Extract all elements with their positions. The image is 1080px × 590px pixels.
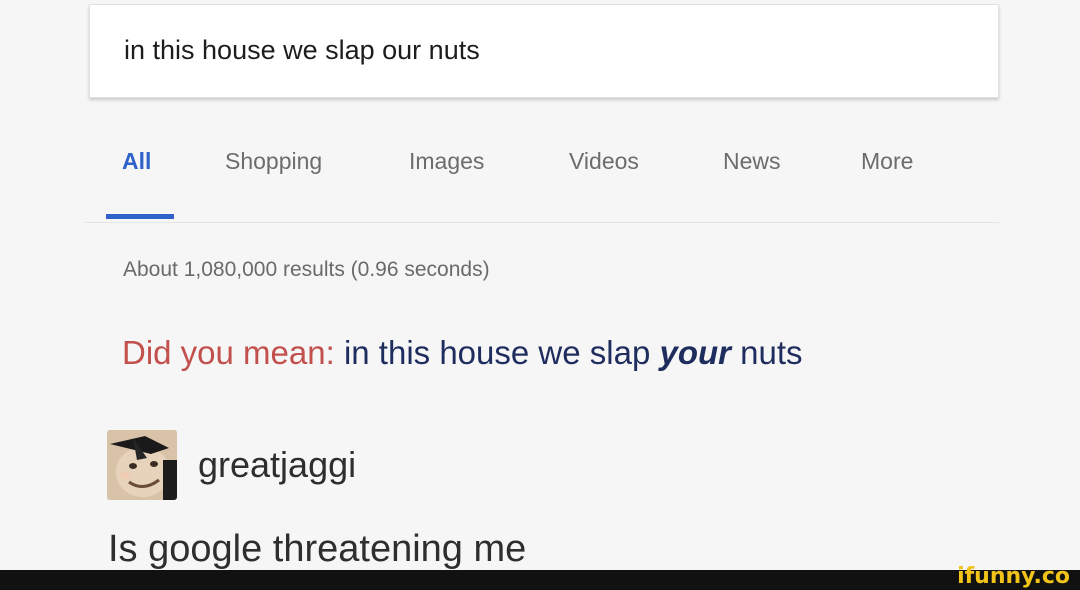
- avatar-image: [107, 430, 177, 500]
- tab-shopping[interactable]: Shopping: [225, 148, 322, 175]
- tab-more[interactable]: More: [861, 148, 913, 175]
- username[interactable]: greatjaggi: [198, 444, 356, 486]
- suggested-query-after[interactable]: nuts: [740, 334, 802, 371]
- tab-all[interactable]: All: [122, 148, 151, 175]
- did-you-mean: Did you mean: in this house we slap your…: [122, 334, 803, 372]
- footer-bar: ifunny.co: [0, 565, 1080, 590]
- search-query-text[interactable]: in this house we slap our nuts: [124, 35, 480, 66]
- post-comment: Is google threatening me: [108, 528, 527, 570]
- search-box[interactable]: in this house we slap our nuts: [89, 4, 999, 98]
- suggested-query-emphasis[interactable]: your: [659, 334, 731, 371]
- ifunny-watermark: ifunny.co: [957, 564, 1070, 589]
- tab-news[interactable]: News: [723, 148, 781, 175]
- tab-videos[interactable]: Videos: [569, 148, 639, 175]
- did-you-mean-label: Did you mean:: [122, 334, 335, 371]
- search-tabs: All Shopping Images Videos News More: [84, 106, 999, 223]
- active-tab-indicator: [106, 214, 174, 219]
- result-stats: About 1,080,000 results (0.96 seconds): [123, 258, 490, 281]
- suggested-query-before[interactable]: in this house we slap: [344, 334, 650, 371]
- tab-images[interactable]: Images: [409, 148, 484, 175]
- avatar[interactable]: [107, 430, 177, 500]
